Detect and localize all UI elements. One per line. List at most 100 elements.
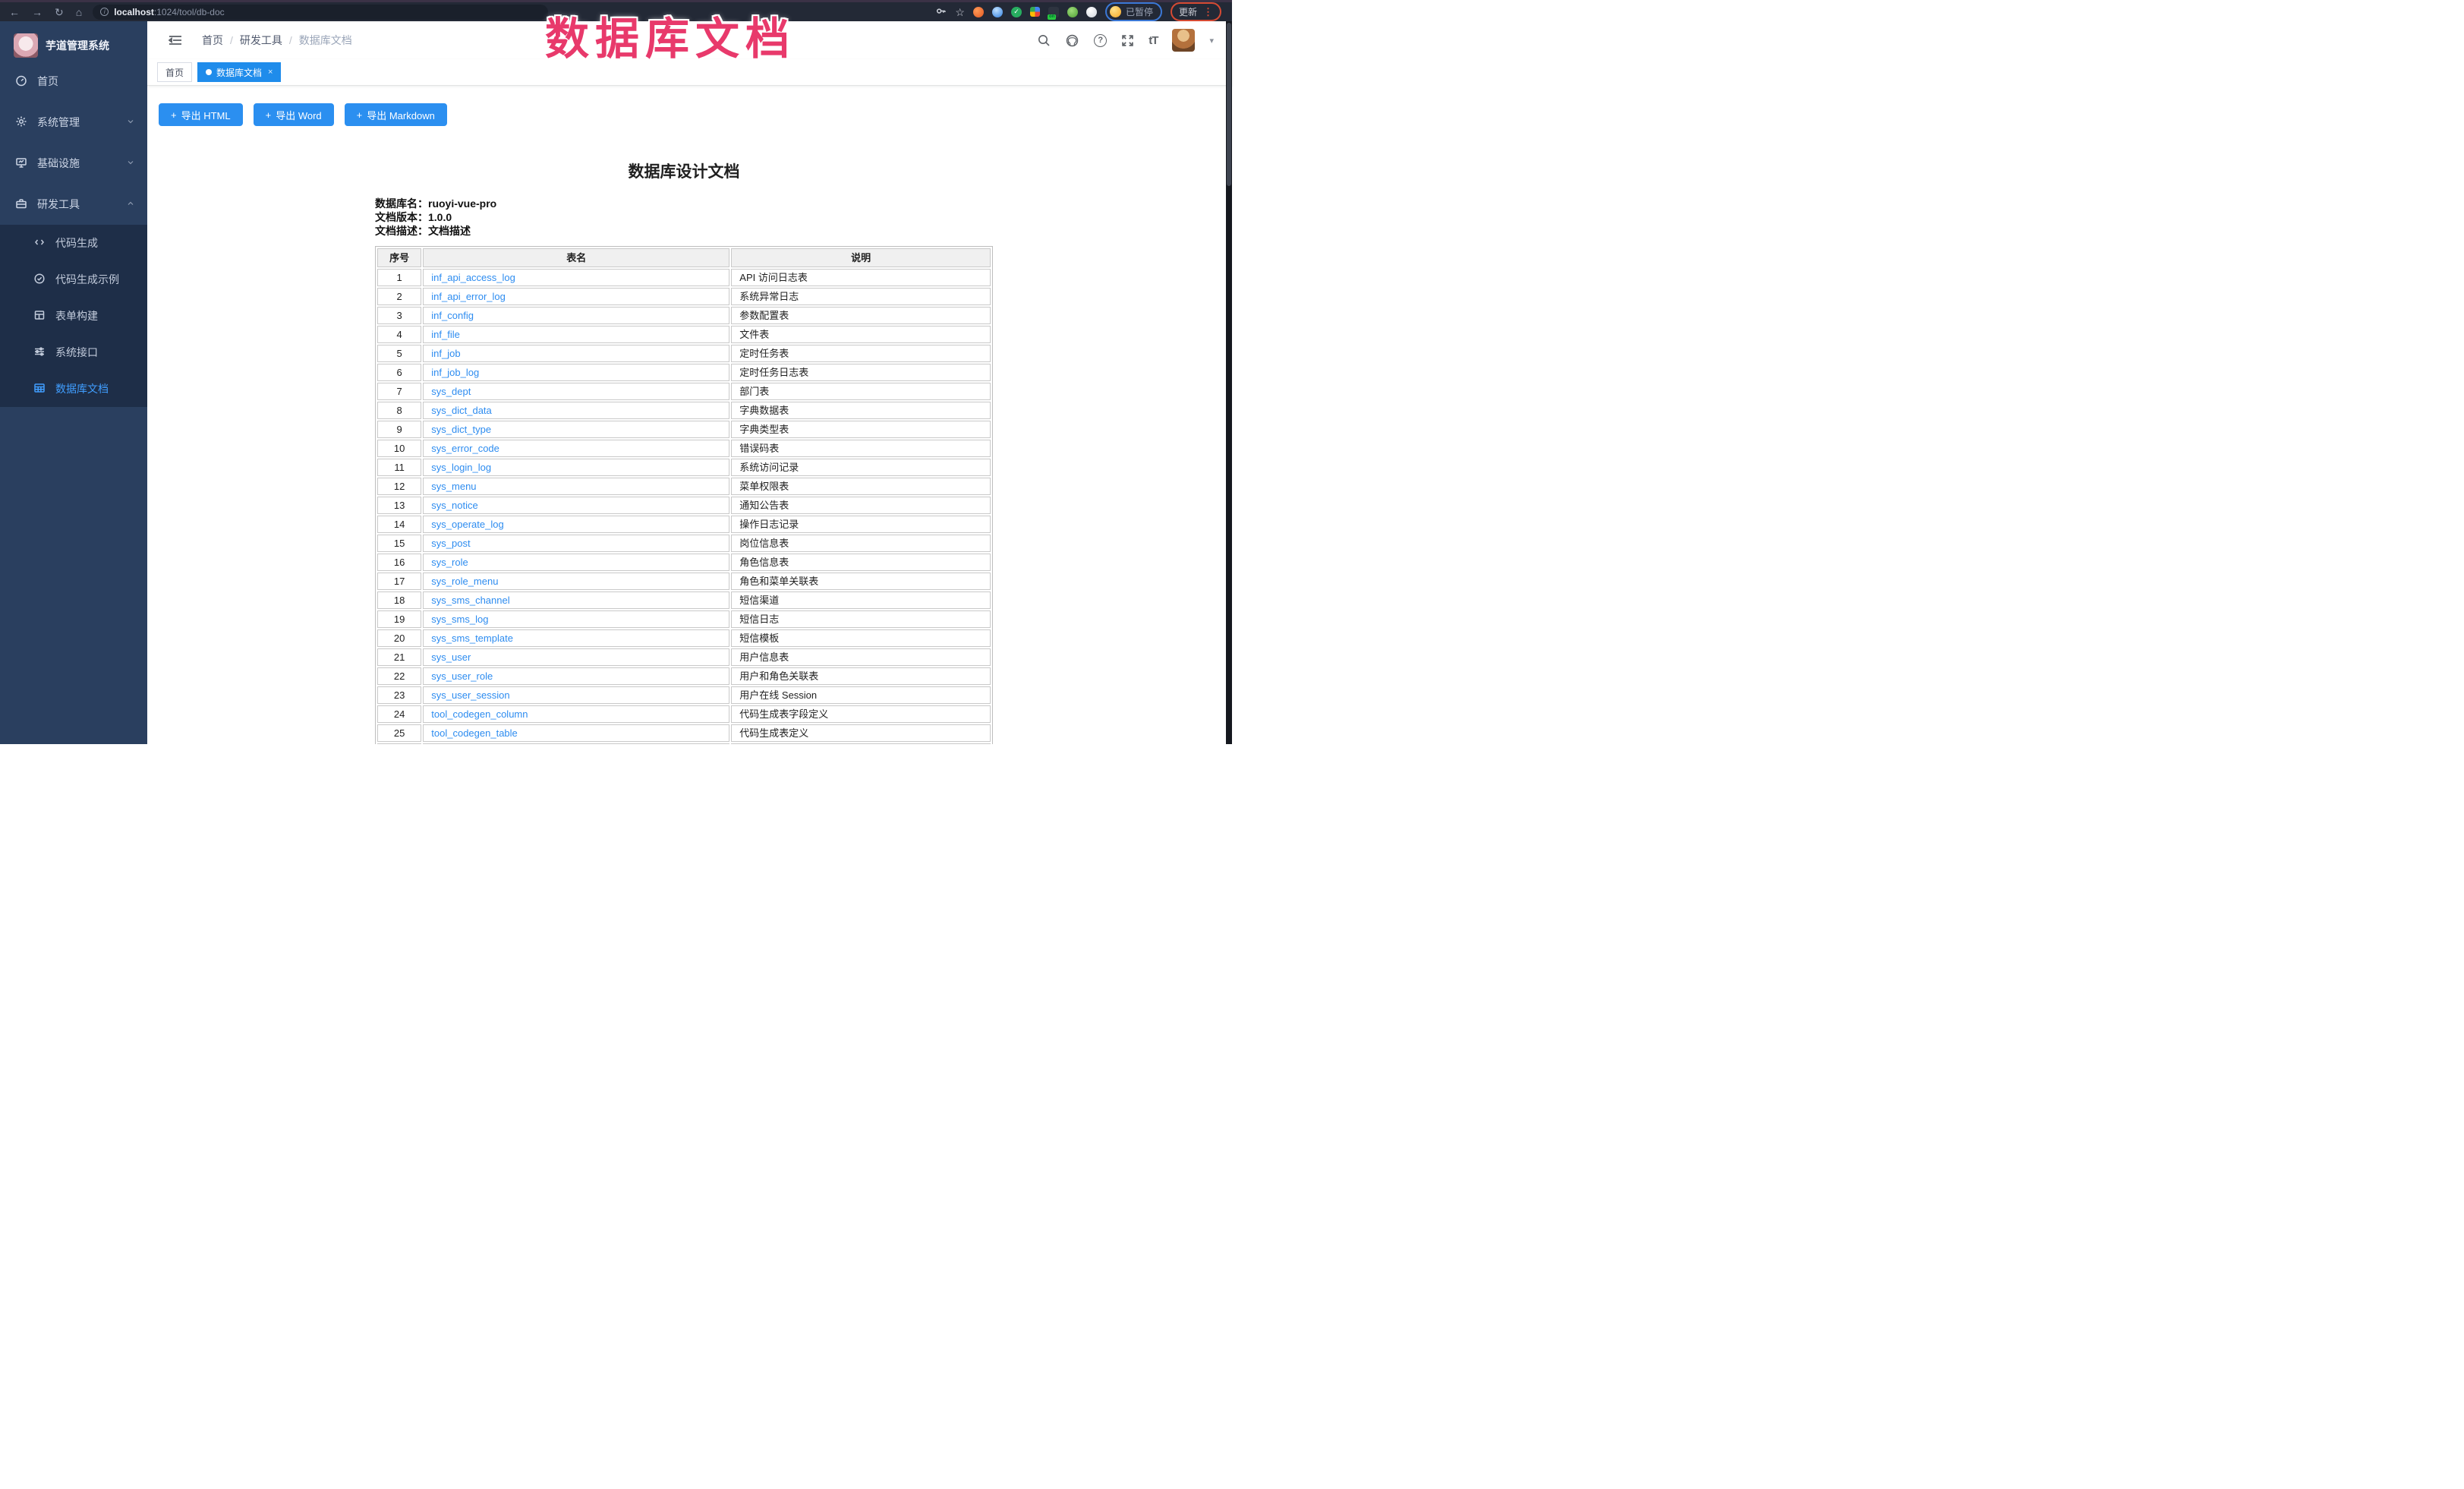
table-link[interactable]: sys_user_role (431, 670, 493, 682)
github-icon[interactable] (1065, 33, 1079, 48)
table-link[interactable]: sys_notice (431, 500, 477, 511)
star-icon[interactable]: ☆ (955, 7, 965, 17)
table-row: 9 sys_dict_type 字典类型表 (377, 421, 991, 438)
table-link[interactable]: sys_sms_channel (431, 595, 509, 606)
address-bar[interactable]: i localhost:1024/tool/db-doc (93, 5, 548, 20)
row-desc: 用户和角色关联表 (731, 667, 991, 685)
font-size-icon[interactable]: tT (1149, 34, 1158, 47)
table-link[interactable]: inf_job_log (431, 367, 479, 378)
tags-view-bar: 首页 数据库文档 × (147, 59, 1232, 86)
table-link[interactable]: sys_role (431, 557, 468, 568)
doc-info-line: 数据库名：ruoyi-vue-pro (375, 197, 993, 210)
table-link[interactable]: tool_codegen_table (431, 727, 518, 739)
table-row: 24 tool_codegen_column 代码生成表字段定义 (377, 705, 991, 723)
export-toolbar: + 导出 HTML + 导出 Word + 导出 Markdown (159, 103, 1232, 126)
paused-badge[interactable]: 已暂停 (1105, 2, 1162, 21)
table-link[interactable]: inf_job (431, 348, 460, 359)
table-link[interactable]: inf_file (431, 329, 460, 340)
forward-icon[interactable]: → (32, 7, 43, 17)
table-link[interactable]: tool_codegen_column (431, 708, 528, 720)
extension-icon-grid[interactable] (1030, 7, 1040, 17)
sidebar-item-label: 代码生成 (55, 235, 98, 251)
search-icon[interactable] (1037, 33, 1051, 47)
sidebar-item-system[interactable]: 系统管理 (0, 102, 147, 143)
back-icon[interactable]: ← (9, 7, 20, 17)
table-row: 22 sys_user_role 用户和角色关联表 (377, 667, 991, 685)
breadcrumb-devtools[interactable]: 研发工具 (240, 33, 282, 48)
row-index: 17 (377, 573, 421, 590)
row-index: 14 (377, 516, 421, 533)
extension-icon-orange[interactable] (973, 7, 984, 17)
row-index: 24 (377, 705, 421, 723)
breadcrumb-home[interactable]: 首页 (202, 33, 223, 48)
avatar-caret-icon[interactable]: ▾ (1209, 36, 1214, 46)
row-desc: 短信渠道 (731, 591, 991, 609)
table-link[interactable]: sys_operate_log (431, 519, 503, 530)
extension-icon-blue[interactable] (992, 7, 1003, 17)
hamburger-icon[interactable] (169, 34, 182, 46)
sidebar-item-label: 系统接口 (55, 345, 98, 360)
export-html-button[interactable]: + 导出 HTML (159, 103, 243, 126)
site-info-icon[interactable]: i (100, 8, 109, 16)
table-link[interactable]: sys_dept (431, 386, 471, 397)
doc-title: 数据库设计文档 (375, 159, 993, 182)
sidebar-item-devtools[interactable]: 研发工具 (0, 184, 147, 225)
extension-icon-puzzle[interactable] (1086, 7, 1097, 17)
doc-table-body: 1 inf_api_access_log API 访问日志表 2 inf_api… (377, 269, 991, 744)
table-link[interactable]: inf_api_access_log (431, 272, 515, 283)
row-desc: 用户信息表 (731, 648, 991, 666)
extension-icon-green-check[interactable]: ✓ (1011, 7, 1022, 17)
home-icon[interactable]: ⌂ (76, 7, 82, 17)
plus-icon: + (171, 109, 177, 121)
table-link[interactable]: sys_post (431, 538, 470, 549)
extension-icon-green[interactable] (1067, 7, 1078, 17)
export-markdown-button[interactable]: + 导出 Markdown (345, 103, 447, 126)
table-link[interactable]: sys_dict_type (431, 424, 491, 435)
tag-close-icon[interactable]: × (268, 68, 273, 77)
table-link[interactable]: sys_dict_data (431, 405, 492, 416)
fullscreen-icon[interactable] (1121, 34, 1134, 47)
table-link[interactable]: inf_api_error_log (431, 291, 506, 302)
browser-menu-icon[interactable]: ⋮ (1203, 7, 1213, 17)
chevron-down-icon (126, 116, 135, 128)
user-avatar[interactable] (1172, 29, 1195, 52)
sidebar-item-api[interactable]: 系统接口 (0, 334, 147, 371)
tag-db-doc[interactable]: 数据库文档 × (197, 62, 281, 82)
doc-info-line: 文档描述：文档描述 (375, 224, 993, 238)
extension-icon-dark[interactable]: on (1048, 7, 1059, 17)
row-desc: 定时任务日志表 (731, 364, 991, 381)
table-link[interactable]: sys_user (431, 651, 471, 663)
table-row: 10 sys_error_code 错误码表 (377, 440, 991, 457)
table-link[interactable]: inf_config (431, 310, 474, 321)
table-link[interactable]: sys_menu (431, 481, 476, 492)
page-scrollbar[interactable] (1226, 21, 1232, 744)
update-button[interactable]: 更新 ⋮ (1171, 2, 1221, 21)
table-link[interactable]: sys_user_session (431, 689, 509, 701)
table-row: 20 sys_sms_template 短信模板 (377, 629, 991, 647)
reload-icon[interactable]: ↻ (55, 7, 64, 17)
table-link[interactable]: sys_role_menu (431, 576, 498, 587)
scrollbar-thumb[interactable] (1227, 23, 1231, 186)
key-icon[interactable] (935, 5, 947, 18)
sidebar-item-infra[interactable]: 基础设施 (0, 143, 147, 184)
row-desc: API 访问日志表 (731, 269, 991, 286)
sidebar-item-codegen-demo[interactable]: 代码生成示例 (0, 261, 147, 298)
monitor-icon (15, 156, 27, 171)
sidebar-item-codegen[interactable]: 代码生成 (0, 225, 147, 261)
table-link[interactable]: sys_login_log (431, 462, 491, 473)
sidebar-item-home[interactable]: 首页 (0, 61, 147, 102)
help-icon[interactable]: ? (1094, 34, 1107, 47)
info-label: 文档版本： (375, 211, 428, 223)
export-word-button[interactable]: + 导出 Word (254, 103, 334, 126)
tag-home[interactable]: 首页 (157, 62, 192, 82)
sidebar-item-db-doc[interactable]: 数据库文档 (0, 371, 147, 407)
navbar-actions: ? tT ▾ (1037, 29, 1214, 52)
breadcrumb: 首页 / 研发工具 / 数据库文档 (202, 33, 352, 48)
table-link[interactable]: sys_error_code (431, 443, 499, 454)
table-link[interactable]: sys_sms_log (431, 614, 488, 625)
paused-label: 已暂停 (1126, 5, 1153, 18)
table-link[interactable]: sys_sms_template (431, 633, 513, 644)
app-logo-row[interactable]: 芋道管理系统 (0, 21, 147, 61)
table-row: 5 inf_job 定时任务表 (377, 345, 991, 362)
sidebar-item-form-builder[interactable]: 表单构建 (0, 298, 147, 334)
